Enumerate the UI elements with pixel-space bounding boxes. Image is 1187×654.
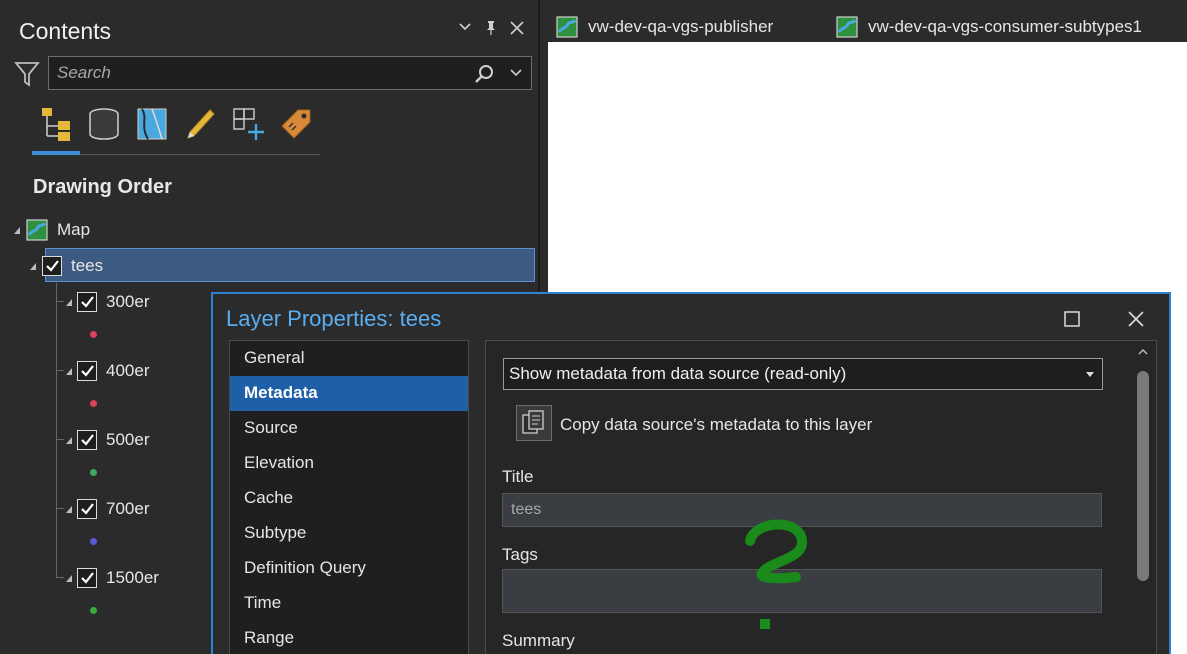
tree-connector: [56, 283, 57, 578]
point-symbol-icon[interactable]: [90, 607, 97, 614]
tags-field[interactable]: [502, 569, 1102, 613]
expand-triangle-icon[interactable]: [66, 505, 72, 513]
map-icon: [26, 219, 48, 241]
nav-item-time[interactable]: Time: [230, 586, 468, 621]
tree-connector: [56, 370, 64, 371]
map-icon: [836, 16, 858, 38]
map-label: Map: [57, 220, 91, 239]
search-box: [48, 56, 532, 90]
search-options-chevron-icon[interactable]: [509, 66, 523, 80]
tree-connector: [56, 301, 64, 302]
metadata-mode-value: Show metadata from data source (read-onl…: [509, 364, 847, 383]
point-symbol-icon[interactable]: [90, 331, 97, 338]
scroll-up-icon[interactable]: [1138, 347, 1148, 357]
sublayer-visibility-checkbox[interactable]: [77, 361, 97, 381]
sublayer-visibility-checkbox[interactable]: [77, 568, 97, 588]
maximize-icon[interactable]: [1057, 304, 1087, 334]
tree-connector: [56, 508, 64, 509]
properties-nav: General Metadata Source Elevation Cache …: [229, 340, 469, 654]
tree-connector: [56, 439, 64, 440]
tags-label: Tags: [502, 545, 538, 564]
copy-icon: [522, 410, 544, 434]
sublayer-row[interactable]: 300er: [66, 284, 149, 320]
layer-visibility-checkbox[interactable]: [42, 256, 62, 276]
metadata-mode-select[interactable]: Show metadata from data source (read-onl…: [503, 358, 1103, 390]
point-symbol-icon[interactable]: [90, 538, 97, 545]
expand-triangle-icon[interactable]: [14, 226, 20, 234]
selected-layer-row[interactable]: [45, 248, 535, 282]
sublayer-visibility-checkbox[interactable]: [77, 292, 97, 312]
active-tool-indicator: [32, 151, 80, 155]
copy-metadata-button[interactable]: [516, 405, 552, 441]
dropdown-arrow-icon[interactable]: [1086, 372, 1094, 377]
filter-icon[interactable]: [14, 60, 40, 88]
sublayer-row[interactable]: 400er: [66, 353, 149, 389]
nav-item-subtype[interactable]: Subtype: [230, 516, 468, 551]
list-by-snapping-icon[interactable]: [224, 102, 272, 154]
search-input[interactable]: [49, 57, 469, 89]
dialog-title: Layer Properties: tees: [226, 306, 442, 331]
sublayer-row[interactable]: 700er: [66, 491, 149, 527]
sublayer-row[interactable]: 1500er: [66, 560, 159, 596]
sublayer-row[interactable]: 500er: [66, 422, 149, 458]
scrollbar-thumb[interactable]: [1137, 371, 1149, 581]
nav-item-range[interactable]: Range: [230, 621, 468, 654]
contents-title: Contents: [19, 18, 112, 44]
point-symbol-icon[interactable]: [90, 469, 97, 476]
expand-triangle-icon[interactable]: [66, 367, 72, 375]
tree-row-map[interactable]: Map: [14, 212, 90, 248]
pin-icon[interactable]: [482, 20, 500, 41]
sublayer-visibility-checkbox[interactable]: [77, 430, 97, 450]
expand-triangle-icon[interactable]: [66, 574, 72, 582]
list-by-data-source-icon[interactable]: [80, 102, 128, 154]
map-icon: [556, 16, 578, 38]
expand-triangle-icon[interactable]: [66, 436, 72, 444]
summary-label: Summary: [502, 631, 575, 650]
scrollbar[interactable]: [1136, 347, 1150, 654]
layer-properties-dialog: Layer Properties: tees General Metadata …: [211, 292, 1171, 654]
search-icon[interactable]: [473, 63, 495, 85]
close-icon[interactable]: [1121, 304, 1151, 334]
nav-item-metadata[interactable]: Metadata: [230, 376, 468, 411]
expand-triangle-icon[interactable]: [66, 298, 72, 306]
sublayer-label: 400er: [106, 361, 150, 380]
title-label: Title: [502, 467, 534, 486]
list-by-selection-icon[interactable]: [128, 102, 176, 154]
layer-label: tees: [71, 256, 104, 275]
sublayer-label: 700er: [106, 499, 150, 518]
nav-item-general[interactable]: General: [230, 341, 468, 376]
nav-item-cache[interactable]: Cache: [230, 481, 468, 516]
list-by-editing-icon[interactable]: [176, 102, 224, 154]
sublayer-label: 1500er: [106, 568, 159, 587]
tree-connector: [56, 577, 64, 578]
expand-triangle-icon[interactable]: [30, 262, 36, 270]
tab-label: vw-dev-qa-vgs-publisher: [588, 17, 774, 36]
list-by-drawing-order-icon[interactable]: [32, 102, 80, 154]
metadata-panel: Show metadata from data source (read-onl…: [485, 340, 1157, 654]
close-icon[interactable]: [508, 20, 526, 41]
list-by-labeling-icon[interactable]: [272, 102, 320, 154]
chevron-down-icon[interactable]: [456, 20, 474, 41]
sublayer-label: 500er: [106, 430, 150, 449]
nav-item-elevation[interactable]: Elevation: [230, 446, 468, 481]
tab-publisher[interactable]: vw-dev-qa-vgs-publisher: [556, 12, 773, 42]
nav-item-definition-query[interactable]: Definition Query: [230, 551, 468, 586]
title-field[interactable]: [502, 493, 1102, 527]
sublayer-visibility-checkbox[interactable]: [77, 499, 97, 519]
tree-row-layer[interactable]: tees: [30, 248, 103, 284]
section-title: Drawing Order: [33, 176, 172, 198]
point-symbol-icon[interactable]: [90, 400, 97, 407]
tab-label: vw-dev-qa-vgs-consumer-subtypes1: [868, 17, 1142, 36]
nav-item-source[interactable]: Source: [230, 411, 468, 446]
sublayer-label: 300er: [106, 292, 150, 311]
tab-consumer-subtypes[interactable]: vw-dev-qa-vgs-consumer-subtypes1: [836, 12, 1142, 42]
copy-metadata-label: Copy data source's metadata to this laye…: [560, 415, 873, 434]
